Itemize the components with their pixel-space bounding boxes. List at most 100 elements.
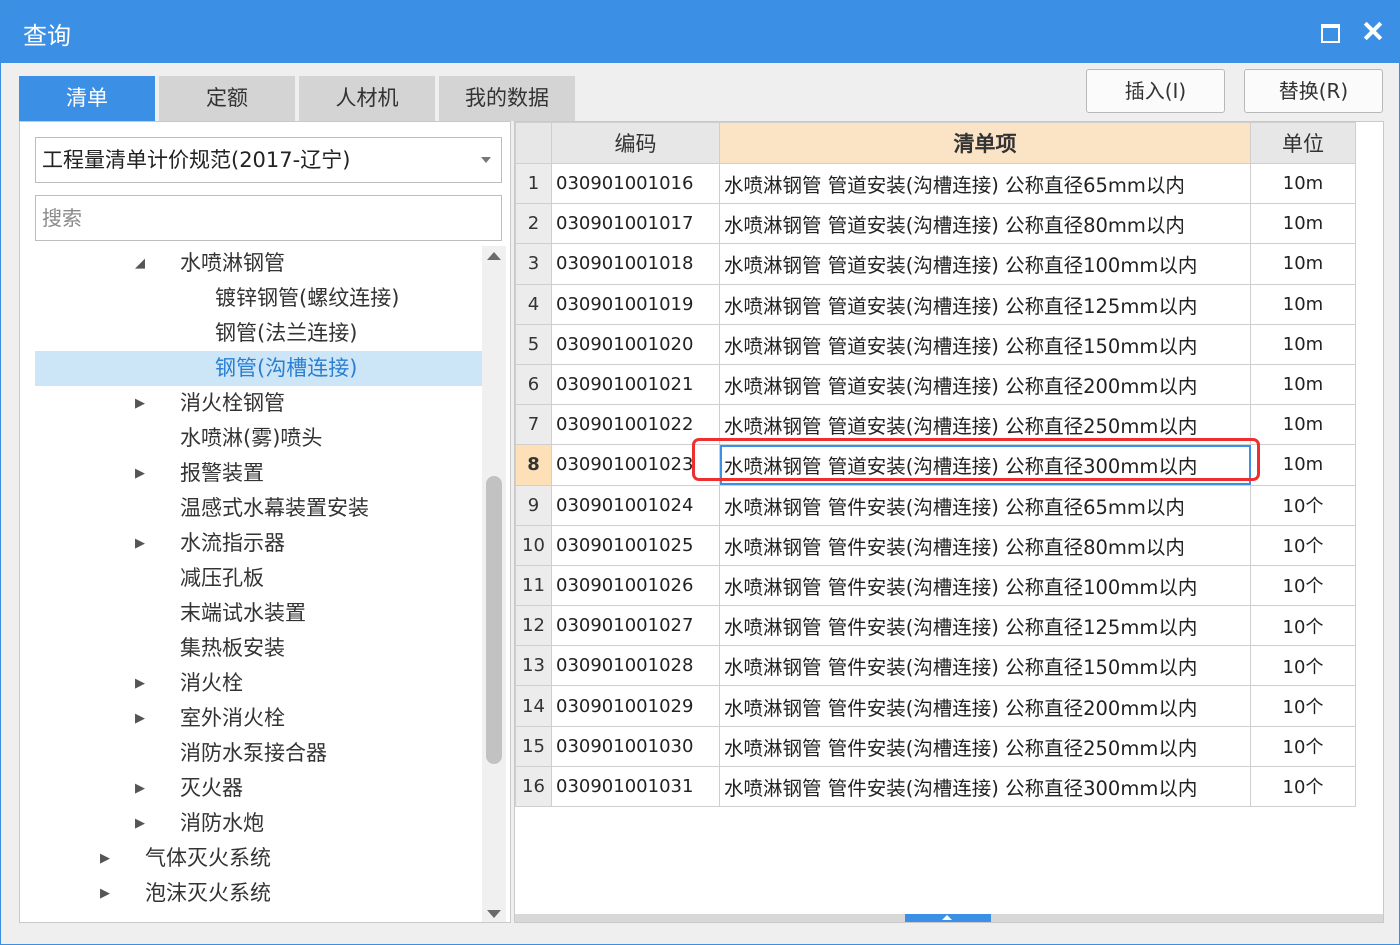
- item-cell[interactable]: 水喷淋钢管 管件安装(沟槽连接) 公称直径65mm以内: [719, 484, 1251, 526]
- unit-cell[interactable]: 10m: [1250, 283, 1356, 325]
- code-cell[interactable]: 030901001017: [551, 203, 720, 245]
- unit-cell[interactable]: 10m: [1250, 162, 1356, 205]
- table-row[interactable]: 11 030901001026 水喷淋钢管 管件安装(沟槽连接) 公称直径100mm…: [515, 564, 1356, 607]
- code-cell[interactable]: 030901001018: [551, 243, 720, 285]
- tree-scrollbar[interactable]: [482, 246, 506, 922]
- item-cell[interactable]: 水喷淋钢管 管件安装(沟槽连接) 公称直径200mm以内: [719, 685, 1251, 727]
- tree-item[interactable]: 末端试水装置: [20, 596, 478, 631]
- tab-my-data[interactable]: 我的数据: [439, 76, 575, 121]
- tree-expand-icon[interactable]: ▶: [132, 526, 148, 561]
- tree-item[interactable]: 集热板安装: [20, 631, 478, 666]
- unit-cell[interactable]: 10个: [1250, 765, 1356, 808]
- tree-item[interactable]: 减压孔板: [20, 561, 478, 596]
- unit-cell[interactable]: 10m: [1250, 404, 1356, 446]
- table-row[interactable]: 6 030901001021 水喷淋钢管 管道安装(沟槽连接) 公称直径200mm以…: [515, 363, 1356, 406]
- tree-item[interactable]: 水喷淋(雾)喷头: [20, 421, 478, 456]
- table-row[interactable]: 15 030901001030 水喷淋钢管 管件安装(沟槽连接) 公称直径250mm…: [515, 725, 1356, 767]
- unit-cell[interactable]: 10个: [1250, 564, 1356, 607]
- row-number[interactable]: 7: [515, 404, 552, 446]
- tree-item[interactable]: ▶ 消火栓钢管: [20, 386, 478, 421]
- tree-item[interactable]: ▶ 气体灭火系统: [20, 841, 478, 876]
- code-cell[interactable]: 030901001025: [551, 524, 720, 566]
- row-number[interactable]: 2: [515, 203, 552, 245]
- item-cell[interactable]: 水喷淋钢管 管件安装(沟槽连接) 公称直径100mm以内: [719, 564, 1251, 607]
- row-number[interactable]: 4: [515, 283, 552, 325]
- tree-item[interactable]: 镀锌钢管(螺纹连接): [20, 281, 478, 316]
- norm-select[interactable]: 工程量清单计价规范(2017-辽宁): [35, 137, 502, 183]
- item-cell[interactable]: 水喷淋钢管 管件安装(沟槽连接) 公称直径150mm以内: [719, 645, 1251, 687]
- tree-expand-icon[interactable]: ▶: [132, 456, 148, 491]
- table-row[interactable]: 5 030901001020 水喷淋钢管 管道安装(沟槽连接) 公称直径150mm以…: [515, 323, 1356, 365]
- row-number[interactable]: 9: [515, 484, 552, 526]
- row-number[interactable]: 13: [515, 645, 552, 687]
- column-header-item[interactable]: 清单项: [719, 122, 1251, 164]
- row-number[interactable]: 16: [515, 765, 552, 808]
- unit-cell[interactable]: 10m: [1250, 323, 1356, 365]
- code-cell[interactable]: 030901001023: [551, 444, 720, 486]
- row-number[interactable]: 5: [515, 323, 552, 365]
- code-cell[interactable]: 030901001022: [551, 404, 720, 446]
- tree-expand-icon[interactable]: ▶: [132, 806, 148, 841]
- table-row[interactable]: 14 030901001029 水喷淋钢管 管件安装(沟槽连接) 公称直径200mm…: [515, 685, 1356, 727]
- tree-item[interactable]: ◢ 水喷淋钢管: [20, 246, 478, 281]
- row-number[interactable]: 3: [515, 243, 552, 285]
- chevron-down-icon[interactable]: [481, 157, 491, 163]
- tab-list[interactable]: 清单: [19, 76, 155, 121]
- insert-button[interactable]: 插入(I): [1086, 69, 1225, 113]
- unit-cell[interactable]: 10个: [1250, 484, 1356, 526]
- tree-expand-icon[interactable]: ▶: [97, 841, 113, 876]
- table-row[interactable]: 9 030901001024 水喷淋钢管 管件安装(沟槽连接) 公称直径65mm以内…: [515, 484, 1356, 526]
- tab-materials[interactable]: 人材机: [299, 76, 435, 121]
- table-row[interactable]: 10 030901001025 水喷淋钢管 管件安装(沟槽连接) 公称直径80mm以…: [515, 524, 1356, 566]
- unit-cell[interactable]: 10个: [1250, 645, 1356, 687]
- tree-expand-icon[interactable]: ▶: [132, 666, 148, 701]
- row-number[interactable]: 10: [515, 524, 552, 566]
- tree-item[interactable]: ▶ 消防水炮: [20, 806, 478, 841]
- unit-cell[interactable]: 10m: [1250, 203, 1356, 245]
- item-cell[interactable]: 水喷淋钢管 管道安装(沟槽连接) 公称直径300mm以内: [719, 444, 1251, 486]
- code-cell[interactable]: 030901001028: [551, 645, 720, 687]
- scroll-thumb[interactable]: [486, 476, 502, 764]
- row-number[interactable]: 14: [515, 685, 552, 727]
- column-header-code[interactable]: 编码: [551, 122, 720, 164]
- item-cell[interactable]: 水喷淋钢管 管道安装(沟槽连接) 公称直径65mm以内: [719, 162, 1251, 205]
- row-number[interactable]: 11: [515, 564, 552, 607]
- item-cell[interactable]: 水喷淋钢管 管道安装(沟槽连接) 公称直径125mm以内: [719, 283, 1251, 325]
- replace-button[interactable]: 替换(R): [1244, 69, 1383, 113]
- tree-expand-icon[interactable]: ▶: [132, 771, 148, 806]
- table-row[interactable]: 12 030901001027 水喷淋钢管 管件安装(沟槽连接) 公称直径125mm…: [515, 605, 1356, 647]
- code-cell[interactable]: 030901001030: [551, 725, 720, 767]
- code-cell[interactable]: 030901001019: [551, 283, 720, 325]
- horizontal-scrollbar[interactable]: [515, 914, 1383, 922]
- item-cell[interactable]: 水喷淋钢管 管道安装(沟槽连接) 公称直径200mm以内: [719, 363, 1251, 406]
- tree-item[interactable]: 温感式水幕装置安装: [20, 491, 478, 526]
- table-row[interactable]: 13 030901001028 水喷淋钢管 管件安装(沟槽连接) 公称直径150mm…: [515, 645, 1356, 687]
- scroll-up-icon[interactable]: [487, 252, 501, 260]
- unit-cell[interactable]: 10个: [1250, 685, 1356, 727]
- tab-quota[interactable]: 定额: [159, 76, 295, 121]
- close-icon[interactable]: [1355, 13, 1391, 49]
- item-cell[interactable]: 水喷淋钢管 管件安装(沟槽连接) 公称直径80mm以内: [719, 524, 1251, 566]
- tree-item[interactable]: ▶ 泡沫灭火系统: [20, 876, 478, 911]
- item-cell[interactable]: 水喷淋钢管 管件安装(沟槽连接) 公称直径300mm以内: [719, 765, 1251, 808]
- tree-item[interactable]: ▶ 消火栓: [20, 666, 478, 701]
- item-cell[interactable]: 水喷淋钢管 管道安装(沟槽连接) 公称直径150mm以内: [719, 323, 1251, 365]
- code-cell[interactable]: 030901001024: [551, 484, 720, 526]
- row-number[interactable]: 15: [515, 725, 552, 767]
- tree-expand-icon[interactable]: ▶: [132, 701, 148, 736]
- table-row[interactable]: 8 030901001023 水喷淋钢管 管道安装(沟槽连接) 公称直径300mm以…: [515, 444, 1356, 486]
- unit-cell[interactable]: 10个: [1250, 524, 1356, 566]
- unit-cell[interactable]: 10m: [1250, 444, 1356, 486]
- tree-collapse-icon[interactable]: ◢: [132, 246, 148, 281]
- item-cell[interactable]: 水喷淋钢管 管件安装(沟槽连接) 公称直径125mm以内: [719, 605, 1251, 647]
- code-cell[interactable]: 030901001029: [551, 685, 720, 727]
- splitter-grip-icon[interactable]: [905, 914, 991, 922]
- tree-item[interactable]: ▶ 水流指示器: [20, 526, 478, 561]
- unit-cell[interactable]: 10个: [1250, 725, 1356, 767]
- unit-cell[interactable]: 10m: [1250, 243, 1356, 285]
- unit-cell[interactable]: 10个: [1250, 605, 1356, 647]
- row-number[interactable]: 12: [515, 605, 552, 647]
- code-cell[interactable]: 030901001026: [551, 564, 720, 607]
- table-row[interactable]: 4 030901001019 水喷淋钢管 管道安装(沟槽连接) 公称直径125mm以…: [515, 283, 1356, 325]
- code-cell[interactable]: 030901001020: [551, 323, 720, 365]
